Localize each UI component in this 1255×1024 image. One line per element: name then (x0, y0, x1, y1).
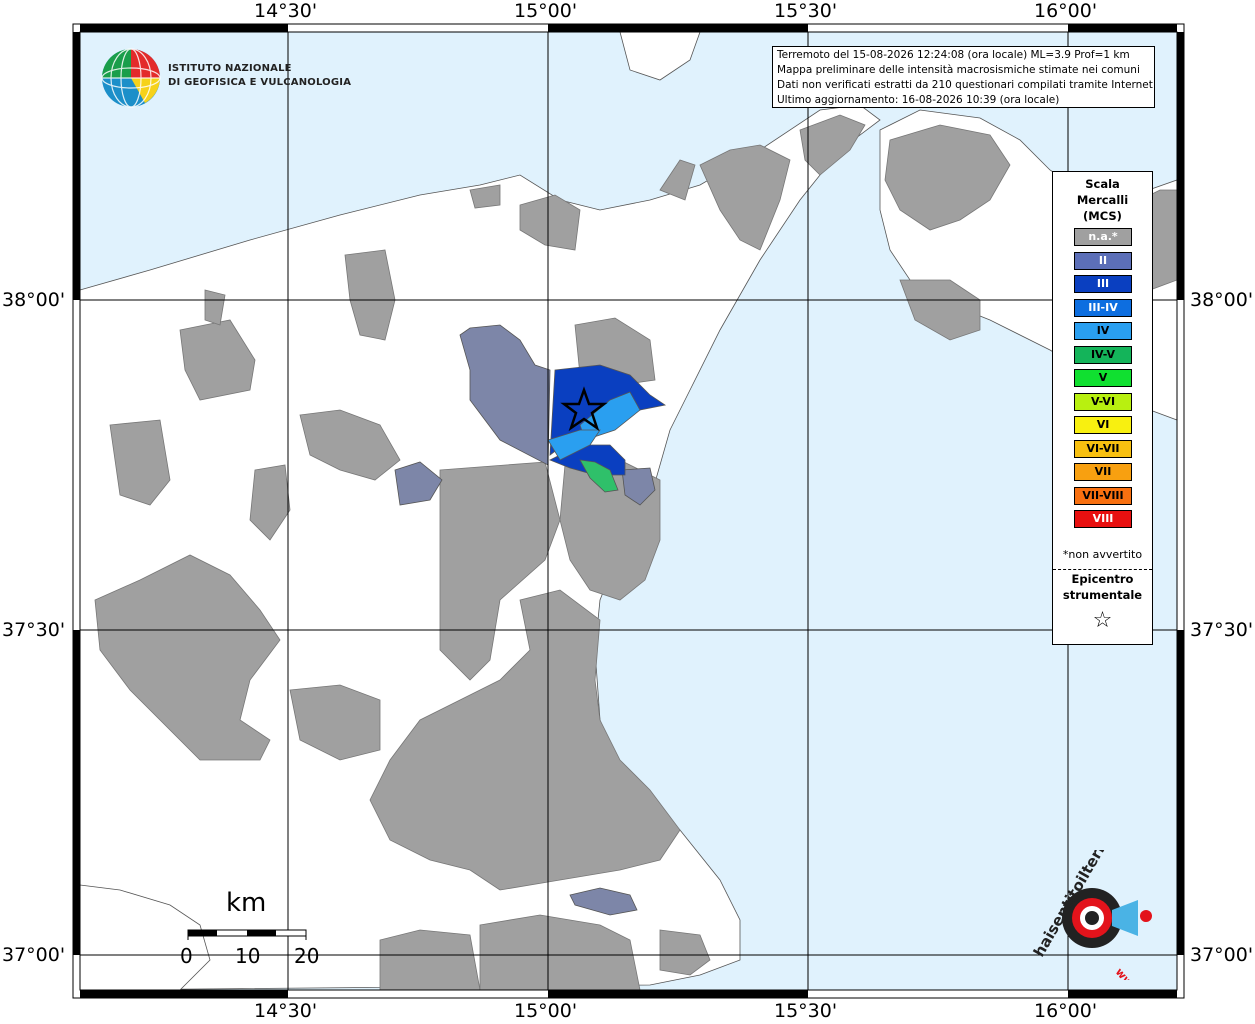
event-info-box: Terremoto del 15-08-2026 12:24:08 (ora l… (772, 46, 1155, 108)
globe-icon (101, 48, 161, 108)
legend-swatch: VIII (1074, 510, 1132, 528)
event-info-line: Ultimo aggiornamento: 16-08-2026 10:39 (… (777, 94, 1060, 106)
legend-title-line: Mercalli (1076, 193, 1129, 207)
lon-label-top: 15°00' (514, 0, 578, 22)
institute-name-line1: ISTITUTO NAZIONALE (168, 63, 292, 74)
legend-swatch: II (1074, 251, 1132, 270)
event-info-line: Terremoto del 15-08-2026 12:24:08 (ora l… (777, 49, 1130, 61)
epicenter-star-icon: ☆ (1092, 608, 1113, 633)
legend-swatch: V-VI (1074, 392, 1132, 411)
scale-tick-label: 20 (294, 944, 320, 968)
legend-swatch: VI-VII (1074, 439, 1132, 458)
legend-separator (1053, 569, 1152, 570)
legend-swatch: V (1074, 369, 1132, 387)
event-info-line: Dati non verificati estratti da 210 ques… (777, 79, 1155, 91)
lat-label-left: 37°30' (2, 619, 66, 641)
haisentito-logo: haisentitoilterremoto.it www. (1020, 778, 1170, 1000)
scale-unit: km (226, 888, 267, 918)
question-icon (1140, 910, 1152, 922)
legend-swatch: VI (1074, 416, 1132, 434)
intensity-legend: Scala Mercalli (MCS) n.a.* II III III-IV IV I… (1052, 171, 1153, 645)
legend-swatch: VII (1074, 463, 1132, 481)
lat-label-left: 38°00' (2, 289, 66, 311)
legend-swatch: III (1074, 275, 1132, 293)
lat-label-right: 38°00' (1190, 289, 1254, 311)
lon-label-top: 15°30' (774, 0, 838, 22)
lon-label-bottom: 15°30' (774, 1000, 838, 1022)
lon-label-bottom: 14°30' (254, 1000, 318, 1022)
legend-swatch: VII-VIII (1074, 486, 1132, 505)
institute-name-line2: DI GEOFISICA E VULCANOLOGIA (168, 77, 352, 88)
legend-title-line: (MCS) (1083, 209, 1122, 223)
event-info-line: Mappa preliminare delle intensità macros… (777, 64, 1140, 76)
scale-tick-label: 10 (235, 944, 261, 968)
epicenter-label-line: strumentale (1062, 588, 1143, 602)
legend-note: *non avvertito (1062, 548, 1143, 561)
lon-label-bottom: 15°00' (514, 1000, 578, 1022)
legend-title-line: Scala (1085, 177, 1120, 191)
lat-label-right: 37°30' (1190, 619, 1254, 641)
lon-label-bottom: 16°00' (1034, 1000, 1098, 1022)
legend-swatch: III-IV (1074, 298, 1132, 317)
epicenter-label-line: Epicentro (1071, 572, 1134, 586)
legend-swatch: IV (1074, 322, 1132, 340)
legend-swatch: n.a.* (1074, 228, 1132, 246)
lat-label-left: 37°00' (2, 944, 66, 966)
ingv-logo: ISTITUTO NAZIONALE DI GEOFISICA E VULCAN… (100, 47, 351, 111)
logo-url: www. (1113, 966, 1145, 980)
lat-label-right: 37°00' (1190, 944, 1254, 966)
lon-label-top: 16°00' (1034, 0, 1098, 22)
legend-swatch: IV-V (1074, 345, 1132, 364)
lon-label-top: 14°30' (254, 0, 318, 22)
scale-tick-label: 0 (180, 944, 193, 968)
